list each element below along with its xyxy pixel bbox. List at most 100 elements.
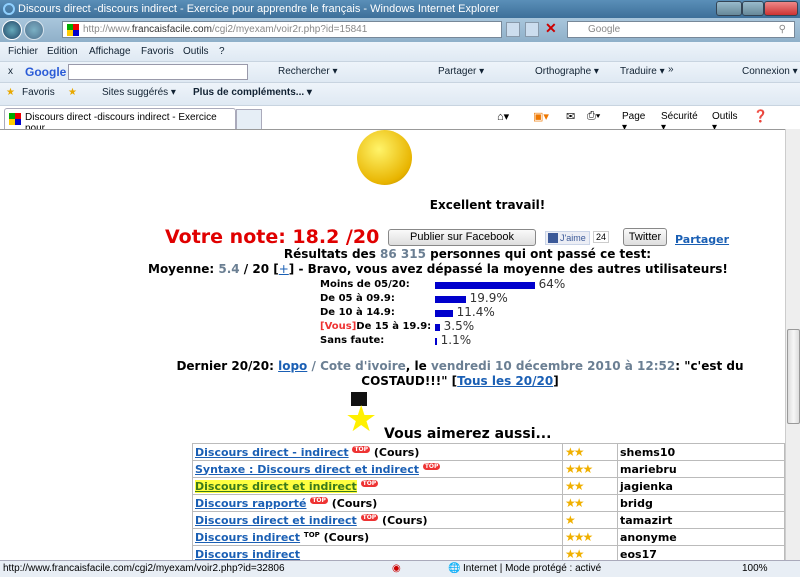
more-chevron-icon[interactable]: » — [668, 64, 674, 75]
globe-icon: 🌐 — [448, 563, 461, 574]
praise-text: Excellent travail! — [429, 198, 546, 212]
distribution-percent: 11.4% — [456, 305, 495, 319]
table-row: Discours rapporté TOP (Cours) ★★ bridg — [192, 494, 785, 512]
distribution-percent: 3.5% — [443, 319, 475, 333]
favicon-icon — [9, 113, 21, 125]
distribution-bar — [435, 281, 536, 289]
average-text: Moyenne: 5.4 / 20 [+] - Bravo, vous avez… — [148, 262, 728, 276]
average-value: 5.4 — [218, 262, 240, 276]
menu-favoris[interactable]: Favoris — [141, 46, 174, 57]
tab-active[interactable]: Discours direct -discours indirect - Exe… — [4, 108, 236, 134]
feeds-icon[interactable]: ▣▾ — [533, 110, 549, 123]
privacy-icon[interactable]: ◉ — [392, 561, 401, 577]
print-icon[interactable]: ⎙▾ — [587, 110, 600, 123]
back-button[interactable] — [2, 20, 22, 40]
help-icon[interactable]: ❓ — [753, 109, 768, 123]
results-count: 86 315 — [380, 247, 426, 261]
url-path: /cgi2/myexam/voir2r.php?id=15841 — [211, 24, 368, 35]
average-more-link[interactable]: + — [279, 262, 289, 276]
address-bar: http://www.francaisfacile.com/cgi2/myexa… — [0, 18, 800, 42]
page-content: Excellent travail! Votre note: 18.2 /20 … — [0, 129, 785, 560]
exercise-link[interactable]: Discours direct et indirect — [195, 479, 357, 493]
menu-help[interactable]: ? — [219, 46, 225, 57]
author: shems10 — [617, 443, 785, 461]
url-domain: francaisfacile.com — [131, 24, 212, 35]
like-label: J'aime — [560, 233, 586, 243]
search-icon[interactable]: ⚲ — [779, 22, 786, 37]
partager-button[interactable]: Partager ▾ — [438, 66, 484, 77]
forward-button[interactable] — [24, 20, 44, 40]
last-user-link[interactable]: lopo — [278, 359, 307, 373]
menu-bar: Fichier Edition Affichage Favoris Outils… — [0, 42, 800, 62]
menu-outils[interactable]: Outils — [183, 46, 209, 57]
distribution-bar — [435, 309, 454, 317]
exercise-link[interactable]: Discours indirect — [195, 531, 300, 544]
range-label: De 05 à 09.9: — [320, 292, 395, 304]
top-badge-icon: TOP — [303, 530, 320, 539]
mail-icon[interactable]: ✉ — [566, 110, 575, 123]
share-link[interactable]: Partager — [675, 233, 729, 246]
all-perfect-scores-link[interactable]: Tous les 20/20 — [457, 374, 553, 388]
compat-view-icon[interactable] — [506, 22, 520, 37]
favoris-button[interactable]: Favoris — [22, 87, 55, 98]
exercise-type: (Cours) — [373, 445, 420, 459]
related-exercises-table: Discours direct - indirect TOP (Cours) ★★… — [192, 443, 785, 560]
zoom-level[interactable]: 100% — [742, 561, 768, 577]
range-label: Sans faute: — [320, 334, 385, 346]
rating-stars: ★ — [562, 511, 618, 529]
stop-icon[interactable]: ✕ — [545, 20, 557, 37]
exercise-link[interactable]: Syntaxe : Discours direct et indirect — [195, 463, 419, 476]
distribution-bar — [435, 323, 441, 331]
url-prefix: http://www. — [83, 24, 132, 35]
menu-affichage[interactable]: Affichage — [89, 46, 131, 57]
exercise-link[interactable]: Discours indirect — [195, 548, 300, 561]
url-input[interactable]: http://www.francaisfacile.com/cgi2/myexa… — [62, 21, 502, 38]
home-icon[interactable]: ⌂▾ — [497, 110, 509, 123]
distribution-percent: 1.1% — [440, 333, 472, 347]
exercise-type: (Cours) — [382, 513, 428, 527]
facebook-like-button[interactable]: J'aime — [545, 231, 590, 245]
menu-fichier[interactable]: Fichier — [8, 46, 38, 57]
exercise-link[interactable]: Discours direct - indirect — [195, 446, 349, 459]
favorites-bar: ★ Favoris ★ Sites suggérés ▾ Plus de com… — [0, 83, 800, 106]
rechercher-button[interactable]: Rechercher ▾ — [278, 66, 338, 77]
distribution-row: [Vous]De 15 à 19.9: 3.5% — [318, 319, 567, 333]
top-badge-icon: TOP — [360, 479, 379, 487]
maximize-button[interactable] — [742, 1, 764, 16]
scrollbar-thumb[interactable] — [787, 329, 800, 424]
traduire-button[interactable]: Traduire ▾ — [620, 66, 665, 77]
author: mariebru — [617, 460, 785, 478]
close-button[interactable] — [764, 1, 798, 16]
sites-suggeres-button[interactable]: Sites suggérés ▾ — [102, 87, 176, 98]
orthographe-button[interactable]: Orthographe ▾ — [535, 66, 599, 77]
exercise-type: (Cours) — [323, 530, 370, 544]
facebook-publish-button[interactable]: Publier sur Facebook — [388, 229, 536, 246]
vertical-scrollbar[interactable] — [785, 129, 800, 560]
rating-stars: ★★ — [562, 545, 618, 560]
rating-stars: ★★★ — [562, 460, 618, 478]
top-badge-icon: TOP — [352, 445, 371, 453]
exercise-link[interactable]: Discours rapporté — [195, 497, 306, 510]
add-favorite-icon[interactable]: ★ — [68, 87, 77, 98]
table-row: Discours indirect TOP (Cours) ★★★ anonyme — [192, 528, 785, 546]
exercise-link[interactable]: Discours direct et indirect — [195, 514, 357, 527]
google-toolbar: x Google Rechercher ▾ Partager ▾ Orthogr… — [0, 62, 800, 83]
google-logo: Google — [25, 65, 67, 79]
twitter-button[interactable]: Twitter — [623, 228, 667, 246]
refresh-icon[interactable] — [525, 22, 539, 37]
google-search-input[interactable] — [68, 64, 248, 80]
menu-edition[interactable]: Edition — [47, 46, 78, 57]
distribution-row: De 05 à 09.9: 19.9% — [318, 291, 567, 305]
author: jagienka — [617, 477, 785, 495]
toolbar-close-button[interactable]: x — [8, 66, 13, 77]
rating-stars: ★★ — [562, 477, 618, 495]
new-tab-button[interactable] — [236, 109, 262, 129]
facebook-icon — [548, 233, 558, 243]
minimize-button[interactable] — [716, 1, 742, 16]
distribution-percent: 64% — [538, 277, 566, 291]
zone-text: Internet | Mode protégé : activé — [463, 563, 602, 574]
table-row: Discours indirect ★★ eos17 — [192, 545, 785, 561]
plus-complements-button[interactable]: Plus de compléments... ▾ — [193, 87, 312, 98]
search-input[interactable]: Google ⚲ — [567, 21, 795, 38]
connexion-button[interactable]: Connexion ▾ — [742, 66, 798, 77]
